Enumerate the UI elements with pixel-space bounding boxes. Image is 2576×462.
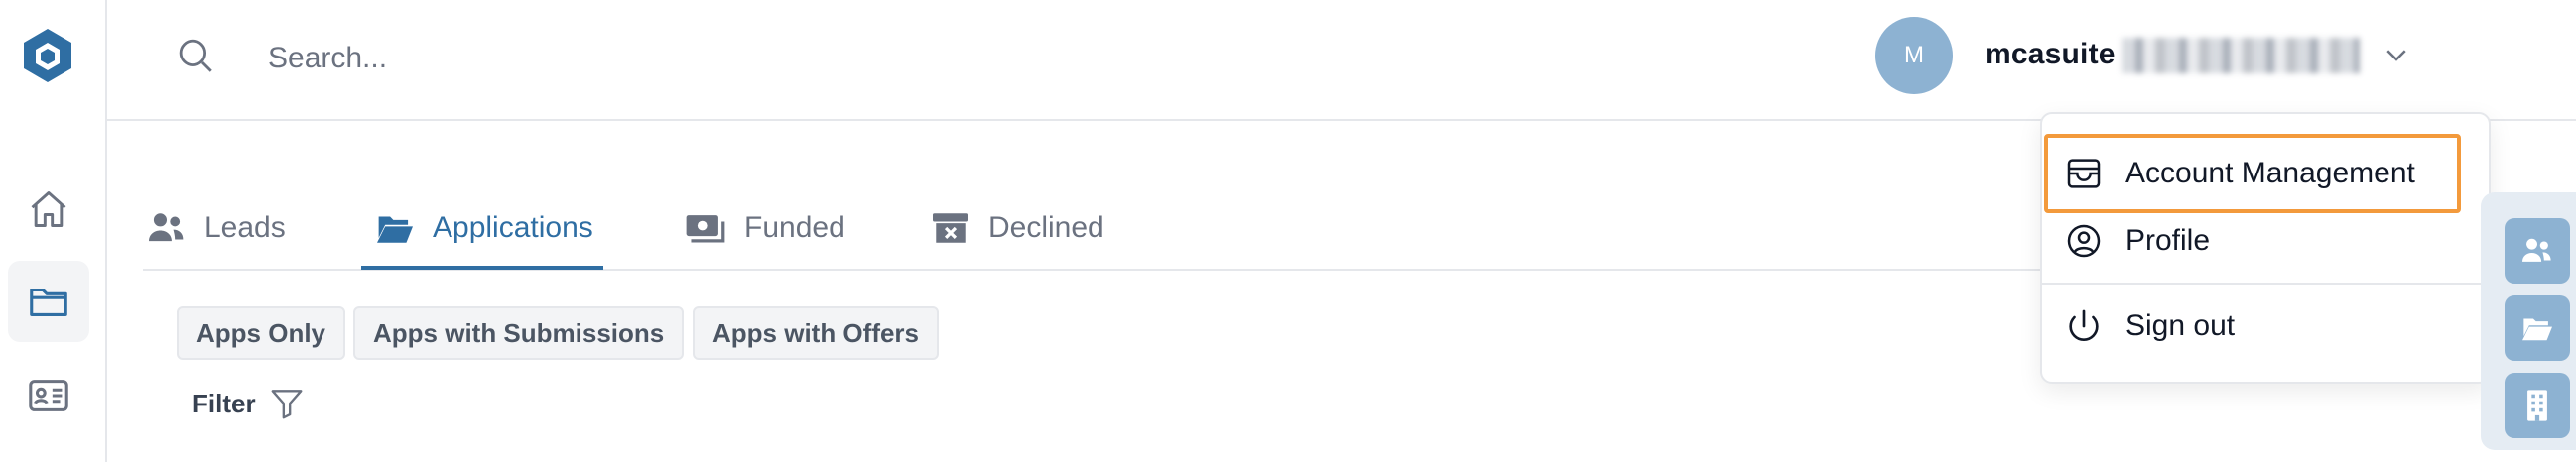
power-icon bbox=[2069, 309, 2099, 341]
funnel-icon bbox=[271, 390, 303, 419]
nav-home[interactable] bbox=[8, 169, 89, 250]
menu-label: Profile bbox=[2125, 224, 2211, 257]
tab-label: Leads bbox=[204, 211, 286, 244]
quick-companies-button[interactable] bbox=[2505, 373, 2570, 438]
quick-applications-button[interactable] bbox=[2505, 295, 2570, 361]
tab-declined[interactable]: Declined bbox=[931, 188, 1104, 268]
chip-apps-with-submissions[interactable]: Apps with Submissions bbox=[353, 306, 685, 360]
id-card-icon bbox=[29, 380, 68, 411]
tab-leads[interactable]: Leads bbox=[147, 188, 286, 268]
left-rail bbox=[0, 0, 107, 462]
avatar[interactable]: M bbox=[1875, 17, 1953, 94]
tab-label: Declined bbox=[988, 211, 1104, 244]
archive-x-icon bbox=[933, 213, 968, 243]
nav-contacts[interactable] bbox=[8, 355, 89, 436]
menu-item-profile[interactable]: Profile bbox=[2064, 221, 2210, 261]
money-icon bbox=[686, 215, 725, 243]
filter-label: Filter bbox=[193, 388, 256, 418]
user-circle-icon bbox=[2067, 224, 2101, 258]
filter-button[interactable]: Filter bbox=[193, 385, 306, 422]
users-icon bbox=[149, 213, 184, 242]
quick-leads-button[interactable] bbox=[2505, 218, 2570, 284]
building-icon bbox=[2527, 390, 2547, 421]
app-logo-icon[interactable] bbox=[20, 26, 75, 85]
home-icon bbox=[31, 191, 66, 227]
tab-funded[interactable]: Funded bbox=[685, 188, 845, 268]
redacted-text bbox=[2122, 38, 2360, 73]
folder-open-icon bbox=[377, 216, 413, 243]
tab-bar: Leads Applications Funded Declined bbox=[143, 188, 2326, 270]
chip-apps-with-offers[interactable]: Apps with Offers bbox=[693, 306, 940, 360]
menu-item-sign-out[interactable]: Sign out bbox=[2064, 306, 2235, 346]
search-icon bbox=[179, 39, 212, 72]
users-icon bbox=[2522, 238, 2551, 262]
chip-apps-only[interactable]: Apps Only bbox=[177, 306, 346, 360]
username[interactable]: mcasuite bbox=[1985, 38, 2116, 71]
folder-icon bbox=[30, 288, 67, 316]
tab-label: Funded bbox=[744, 211, 845, 244]
menu-divider bbox=[2042, 283, 2489, 285]
highlight-box bbox=[2044, 134, 2461, 213]
search-input[interactable] bbox=[266, 28, 1262, 89]
chevron-down-icon[interactable] bbox=[2382, 40, 2411, 69]
folder-open-icon bbox=[2522, 318, 2552, 341]
tab-label: Applications bbox=[433, 211, 593, 244]
nav-applications[interactable] bbox=[8, 261, 89, 342]
quick-actions-panel bbox=[2481, 192, 2576, 450]
tab-applications[interactable]: Applications bbox=[361, 188, 603, 270]
menu-label: Sign out bbox=[2125, 309, 2236, 342]
